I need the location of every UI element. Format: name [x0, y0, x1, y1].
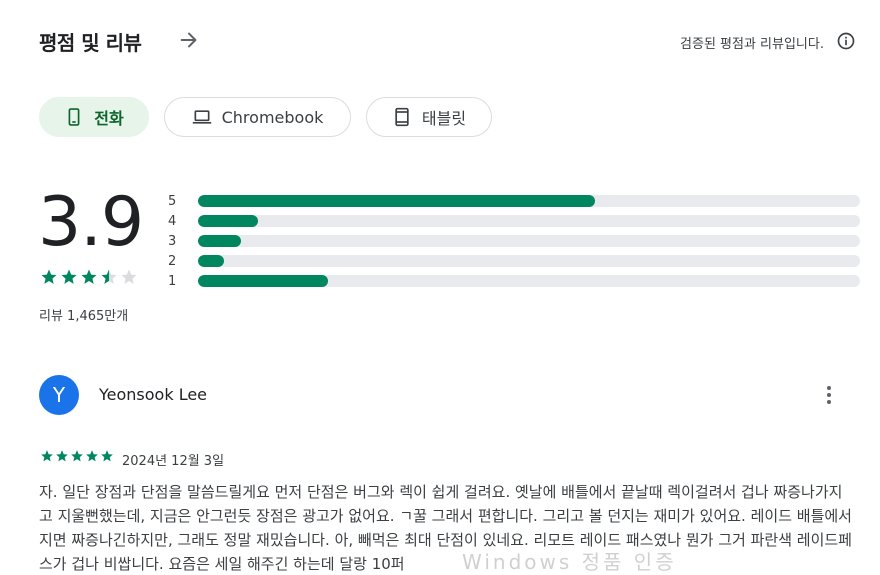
review-count: 리뷰 1,465만개 — [39, 309, 129, 324]
rating-bar-fill — [198, 215, 258, 227]
tab-label: Chromebook — [221, 107, 324, 127]
rating-bar-track — [198, 275, 860, 287]
star-full-icon — [61, 269, 77, 284]
arrow-right-icon[interactable] — [178, 29, 200, 51]
rating-bar-row-5: 5 — [168, 191, 860, 211]
rating-bar-label: 1 — [168, 273, 177, 289]
rating-bar-label: 5 — [168, 193, 177, 209]
tab-label: 태블릿 — [421, 109, 467, 128]
rating-bar-fill — [198, 195, 596, 207]
star-full-icon — [86, 450, 98, 462]
rating-bar-track — [198, 255, 860, 267]
reviewer-name: Yeonsook Lee — [99, 385, 208, 404]
tab-phone[interactable]: 전화 — [39, 97, 149, 137]
rating-bar-label: 2 — [168, 253, 177, 269]
star-full-icon — [41, 450, 53, 462]
review-date: 2024년 12월 3일 — [122, 454, 225, 469]
ratings-reviews-page: 평점 및 리뷰 검증된 평점과 리뷰입니다. 전화 Chromebook 태블릿… — [0, 0, 880, 575]
star-empty-icon — [121, 269, 137, 284]
rating-bar-row-4: 4 — [168, 211, 860, 231]
rating-bar-row-2: 2 — [168, 251, 860, 271]
phone-icon — [68, 108, 80, 126]
rating-stars — [40, 268, 138, 286]
rating-bar-label: 3 — [168, 233, 177, 249]
avatar[interactable]: Y — [39, 375, 79, 415]
laptop-icon — [192, 110, 211, 124]
star-full-icon — [71, 450, 83, 462]
tablet-icon — [395, 107, 409, 127]
section-header: 평점 및 리뷰 검증된 평점과 리뷰입니다. — [39, 24, 856, 58]
rating-bar-track — [198, 195, 860, 207]
star-full-icon — [101, 450, 113, 462]
rating-bar-track — [198, 235, 860, 247]
review-stars — [40, 449, 114, 463]
tab-label: 전화 — [94, 109, 124, 128]
review-text: 자. 일단 장점과 단점을 말씀드릴게요 먼저 단점은 버그와 렉이 쉽게 걸려… — [39, 483, 852, 573]
rating-bar-fill — [198, 275, 329, 287]
star-half-icon — [101, 269, 117, 284]
tab-chromebook[interactable]: Chromebook — [164, 97, 351, 137]
rating-bar-track — [198, 215, 860, 227]
tab-tablet[interactable]: 태블릿 — [366, 97, 492, 137]
verified-notice: 검증된 평점과 리뷰입니다. — [680, 37, 824, 52]
rating-bar-fill — [198, 235, 242, 247]
average-rating: 3.9 — [38, 183, 144, 262]
star-full-icon — [56, 450, 68, 462]
rating-distribution: 5 4 3 2 1 — [168, 191, 860, 291]
activation-watermark: Windows 정품 인증 — [462, 550, 677, 574]
star-full-icon — [41, 269, 57, 284]
info-icon[interactable] — [836, 31, 856, 51]
section-title: 평점 및 리뷰 — [39, 31, 142, 55]
rating-bar-fill — [198, 255, 225, 267]
rating-bar-label: 4 — [168, 213, 177, 229]
rating-bar-row-1: 1 — [168, 271, 860, 291]
rating-bar-row-3: 3 — [168, 231, 860, 251]
more-options-icon[interactable] — [818, 381, 840, 409]
star-full-icon — [81, 269, 97, 284]
